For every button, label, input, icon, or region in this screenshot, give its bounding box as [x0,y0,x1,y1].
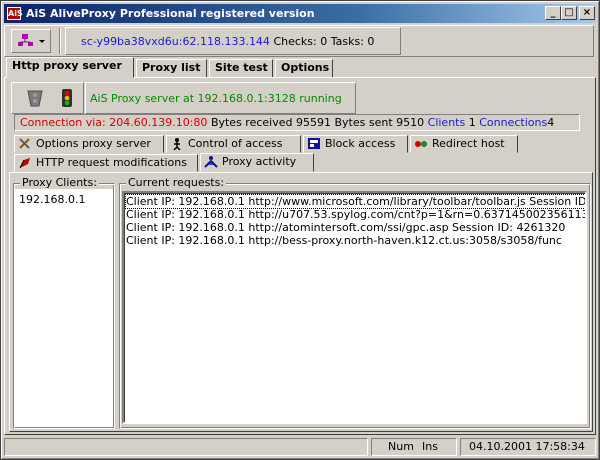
subtab-control-of-access[interactable]: Control of access [166,135,301,153]
proxy-clients-label: Proxy Clients: [20,176,99,189]
tools-icon [19,138,30,149]
checks-value: 0 [320,35,328,48]
network-dropdown-icon [18,34,45,46]
maximize-button[interactable]: □ [561,6,577,20]
tab-options[interactable]: Options [275,59,333,78]
status-cell-datetime: 04.10.2001 17:58:34 [460,438,596,456]
http-modify-icon [19,158,30,169]
title-bar[interactable]: AiS AiS AliveProxy Professional register… [4,4,596,23]
table-row[interactable]: Client IP: 192.168.0.1 http://u707.53.sp… [126,208,585,221]
tab-site-test[interactable]: Site test [209,59,273,78]
access-control-icon [173,138,181,150]
maximize-icon: □ [564,7,574,18]
clients-label: Clients [427,116,466,129]
host-info-panel: sc-y99ba38vxd6u:62.118.133.144 Checks: 0… [65,27,401,55]
host-address: sc-y99ba38vxd6u:62.118.133.144 [81,35,270,48]
bytes-sent-label: Bytes sent [334,116,393,129]
close-icon: × [582,7,592,18]
tab-http-proxy-server[interactable]: Http proxy server [6,57,134,78]
network-menu-button[interactable] [11,29,51,53]
status-cell-main [4,438,368,456]
bytes-received-value: 95591 [295,116,331,129]
subtab-http-request-modifications[interactable]: HTTP request modifications [14,154,198,172]
tab-proxy-list[interactable]: Proxy list [136,59,207,78]
ins-indicator: Ins [422,440,438,453]
subtab-options-proxy-server[interactable]: Options proxy server [14,135,164,153]
status-cell-keys: Num Ins [371,438,457,456]
stats-bar: Connection via: 204.60.139.10:80 Bytes r… [14,114,580,131]
traffic-light-off-icon [27,90,43,107]
current-requests-list[interactable]: Client IP: 192.168.0.1 http://www.micros… [122,191,587,424]
tasks-label: Tasks: [330,35,364,48]
subtab-redirect-host[interactable]: Redirect host [410,135,518,153]
bytes-sent-value: 9510 [396,116,425,129]
checks-label: Checks: [273,35,317,48]
window-title: AiS AliveProxy Professional registered v… [26,7,315,20]
current-requests-label: Current requests: [126,176,227,189]
traffic-light-icon [62,89,72,107]
minimize-button[interactable]: _ [545,6,561,20]
connections-value: 4 [547,116,555,129]
minimize-icon: _ [550,7,556,18]
start-server-button[interactable] [55,87,79,109]
subtab-block-access[interactable]: Block access [303,135,408,153]
bytes-received-label: Bytes received [210,116,293,129]
table-row[interactable]: Client IP: 192.168.0.1 http://www.micros… [125,194,585,209]
table-row[interactable]: Client IP: 192.168.0.1 http://atominters… [126,221,565,234]
app-window: AiS AiS AliveProxy Professional register… [0,0,600,460]
close-button[interactable]: × [579,6,595,20]
list-item[interactable]: 192.168.0.1 [19,193,85,206]
connections-label: Connections [479,116,548,129]
clients-value: 1 [468,116,476,129]
table-row[interactable]: Client IP: 192.168.0.1 http://bess-proxy… [126,234,562,247]
connection-via: Connection via: 204.60.139.10:80 [20,116,208,129]
server-status-panel: AiS Proxy server at 192.168.0.1:3128 run… [85,82,356,114]
status-datetime: 04.10.2001 17:58:34 [469,440,585,453]
proxy-clients-list[interactable]: 192.168.0.1 [15,189,113,427]
ais-app-icon[interactable]: AiS [7,7,23,20]
redirect-icon [415,141,427,147]
stop-server-button[interactable] [23,87,47,109]
block-icon [308,138,320,149]
num-lock-indicator: Num [388,440,414,453]
subtab-proxy-activity[interactable]: Proxy activity [200,153,314,172]
tasks-value: 0 [367,35,375,48]
activity-icon [204,156,218,168]
server-status-text: AiS Proxy server at 192.168.0.1:3128 run… [90,92,342,105]
toolbar-separator [59,28,61,54]
